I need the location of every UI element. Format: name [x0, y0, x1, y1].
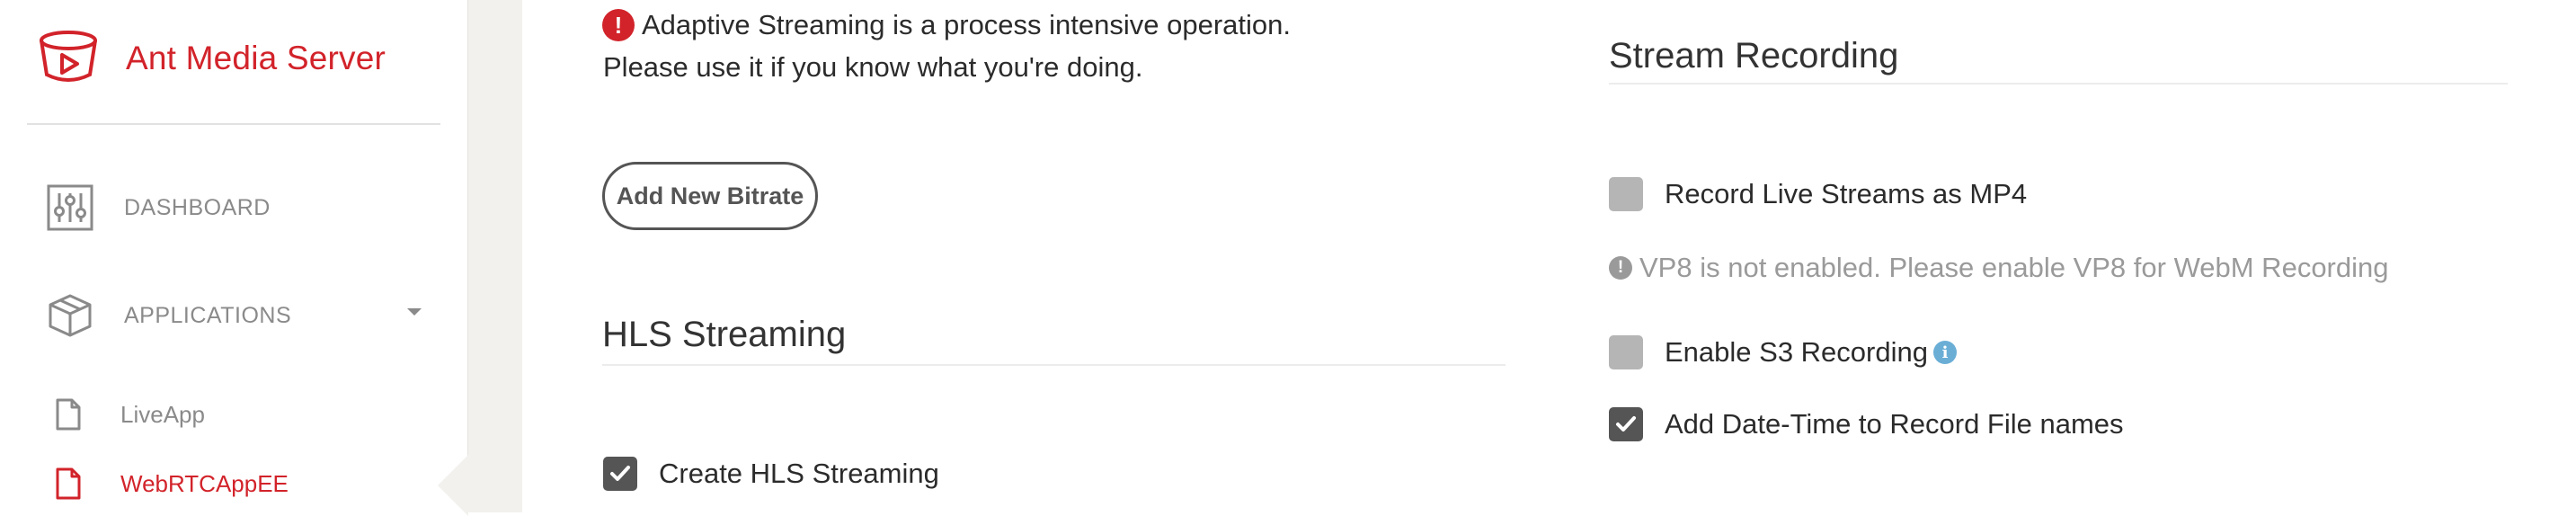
exclamation-circle-icon: !: [1609, 256, 1632, 280]
sidebar-item-label: APPLICATIONS: [124, 302, 292, 328]
adaptive-warning-text-1: Adaptive Streaming is a process intensiv…: [642, 9, 1292, 40]
record-mp4-checkbox[interactable]: [1609, 177, 1643, 211]
sidebar-app-label: WebRTCAppEE: [120, 469, 289, 497]
file-icon: [52, 466, 84, 502]
adaptive-warning: ! Adaptive Streaming is a process intens…: [602, 9, 1291, 41]
brand-divider: [27, 123, 440, 125]
exclamation-circle-icon: !: [602, 9, 635, 41]
brand-name: Ant Media Server: [126, 40, 386, 76]
hls-section-title: HLS Streaming: [602, 315, 847, 354]
enable-s3-label: Enable S3 Recording: [1665, 336, 1928, 368]
adaptive-warning-text-2: Please use it if you know what you're do…: [603, 51, 1143, 83]
sidebar-app-liveapp[interactable]: LiveApp: [52, 396, 205, 432]
cube-icon: [47, 292, 93, 339]
divider: [1609, 83, 2508, 85]
create-hls-checkbox[interactable]: [603, 457, 637, 491]
vp8-warning: ! VP8 is not enabled. Please enable VP8 …: [1609, 252, 2389, 284]
create-hls-label: Create HLS Streaming: [659, 458, 939, 489]
sidebar-item-dashboard[interactable]: DASHBOARD: [47, 184, 271, 231]
sidebar-app-webrtcappee[interactable]: WebRTCAppEE: [52, 466, 289, 502]
sidebar-item-applications[interactable]: APPLICATIONS: [47, 292, 291, 339]
info-icon[interactable]: i: [1932, 341, 1957, 364]
file-icon: [52, 396, 84, 432]
sidebar-gutter: [467, 0, 522, 512]
active-app-pointer: [438, 455, 468, 516]
recording-section-title: Stream Recording: [1609, 36, 1899, 76]
check-icon: [1616, 416, 1636, 431]
add-new-bitrate-button[interactable]: Add New Bitrate: [602, 162, 818, 230]
ant-media-logo-icon: [40, 31, 97, 82]
enable-s3-checkbox[interactable]: [1609, 335, 1643, 369]
sliders-icon: [47, 184, 93, 231]
check-icon: [610, 466, 630, 481]
sidebar-item-label: DASHBOARD: [124, 194, 271, 220]
add-datetime-checkbox-row[interactable]: Add Date-Time to Record File names: [1609, 407, 2124, 441]
record-mp4-checkbox-row[interactable]: Record Live Streams as MP4: [1609, 177, 2027, 211]
add-datetime-label: Add Date-Time to Record File names: [1665, 408, 2124, 440]
chevron-down-icon[interactable]: [407, 308, 422, 316]
divider: [602, 364, 1506, 366]
enable-s3-checkbox-row[interactable]: Enable S3 Recording i: [1609, 335, 1957, 369]
sidebar: Ant Media Server DASHBOARD APPLICATIONS …: [0, 0, 467, 512]
vp8-warning-text: VP8 is not enabled. Please enable VP8 fo…: [1639, 252, 2389, 283]
brand[interactable]: Ant Media Server: [36, 27, 386, 90]
sidebar-app-label: LiveApp: [120, 400, 205, 428]
add-datetime-checkbox[interactable]: [1609, 407, 1643, 441]
record-mp4-label: Record Live Streams as MP4: [1665, 178, 2028, 209]
create-hls-checkbox-row[interactable]: Create HLS Streaming: [603, 457, 939, 491]
